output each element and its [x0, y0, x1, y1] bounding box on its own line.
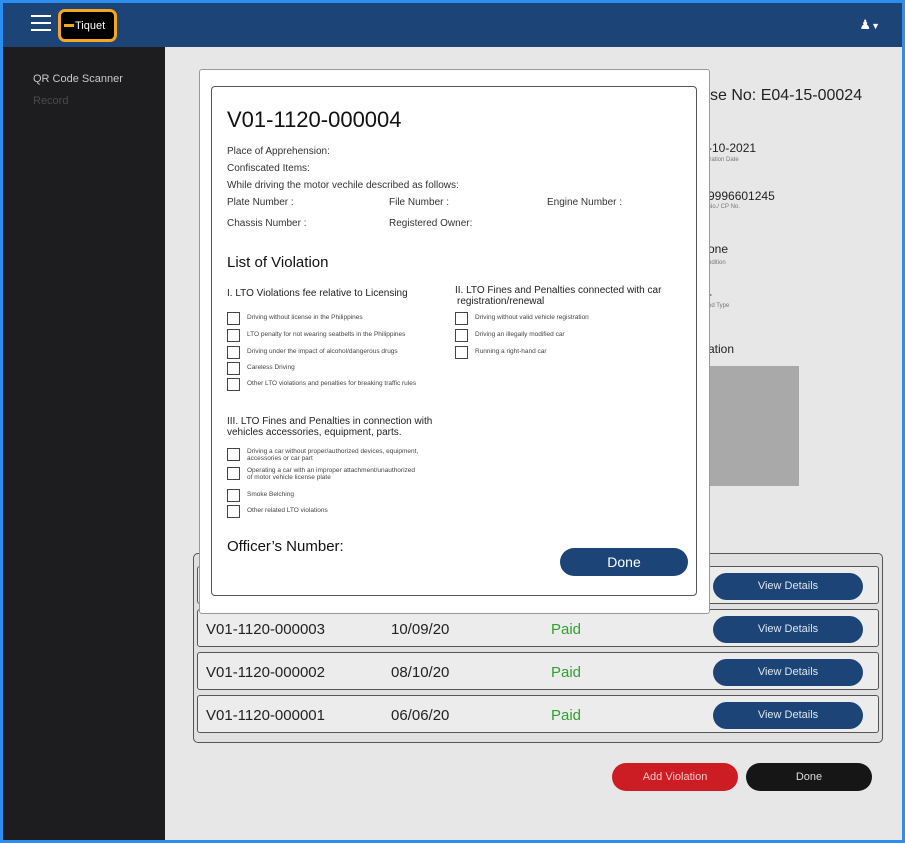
place-of-apprehension-label: Place of Apprehension:: [227, 146, 330, 157]
logo-mark: [64, 24, 74, 27]
violation-label-line-2: accessories or car part: [247, 455, 313, 462]
expiration-date-value: -10-2021: [708, 141, 757, 155]
logo-text: Tiquet: [75, 20, 106, 32]
app-logo[interactable]: Tiquet: [58, 9, 117, 42]
checkbox[interactable]: [227, 467, 240, 480]
view-details-button[interactable]: View Details: [713, 702, 863, 729]
violation-label-line-2: of motor vehicle license plate: [247, 474, 331, 481]
view-details-button[interactable]: View Details: [713, 659, 863, 686]
section-2-title: II. LTO Fines and Penalties connected wi…: [455, 285, 661, 307]
violation-label-line-1: Driving a car without proper/authorized …: [247, 448, 419, 455]
contact-number-caption: No./ CP No.: [708, 204, 740, 210]
user-icon: ♟: [859, 17, 872, 32]
sidebar: QR Code Scanner Record: [3, 47, 165, 840]
done-button[interactable]: Done: [746, 763, 872, 791]
table-row: V01-1120-000003 10/09/20 Paid View Detai…: [197, 609, 879, 647]
violation-label: Driving a car without proper/authorized …: [247, 448, 418, 462]
checkbox[interactable]: [455, 346, 468, 359]
blood-type-caption: od Type: [708, 303, 730, 309]
violation-label: Careless Driving: [247, 364, 295, 371]
section-heading: ation: [708, 342, 735, 356]
engine-number-label: Engine Number :: [547, 197, 623, 208]
checkbox[interactable]: [227, 346, 240, 359]
violation-label: Smoke Belching: [247, 491, 294, 498]
user-menu[interactable]: ♟▼: [859, 17, 880, 33]
violation-label: LTO penalty for not wearing seatbelts in…: [247, 331, 406, 338]
checkbox[interactable]: [227, 312, 240, 325]
violation-label: Driving without valid vehicle registrati…: [475, 314, 589, 321]
violation-id: V01-1120-000003: [206, 621, 325, 638]
chassis-number-label: Chassis Number :: [227, 218, 307, 229]
modal-done-button[interactable]: Done: [560, 548, 688, 576]
violation-form: V01-1120-000004 Place of Apprehension: C…: [211, 86, 697, 596]
condition-caption: ndition: [708, 260, 726, 266]
confiscated-items-label: Confiscated Items:: [227, 163, 310, 174]
registered-owner-label: Registered Owner:: [389, 218, 473, 229]
violation-modal: V01-1120-000004 Place of Apprehension: C…: [199, 69, 710, 614]
sidebar-item-record[interactable]: Record: [33, 95, 68, 107]
violation-id: V01-1120-000002: [206, 664, 325, 681]
checkbox[interactable]: [227, 378, 240, 391]
checkbox[interactable]: [227, 505, 240, 518]
officers-number-label: Officer’s Number:: [227, 538, 344, 555]
checkbox[interactable]: [455, 329, 468, 342]
list-of-violation-heading: List of Violation: [227, 254, 329, 271]
expiration-date-caption: iration Date: [708, 157, 739, 163]
view-details-button[interactable]: View Details: [713, 616, 863, 643]
app-window: Tiquet ♟▼ QR Code Scanner Record se No: …: [0, 0, 905, 843]
table-row: V01-1120-000001 06/06/20 Paid View Detai…: [197, 695, 879, 733]
checkbox[interactable]: [227, 448, 240, 461]
violation-label: Driving under the impact of alcohol/dang…: [247, 348, 398, 355]
violation-label-line-1: Operating a car with an improper attachm…: [247, 467, 416, 474]
table-row: V01-1120-000002 08/10/20 Paid View Detai…: [197, 652, 879, 690]
violation-date: 08/10/20: [391, 664, 450, 681]
violation-date: 06/06/20: [391, 707, 450, 724]
add-violation-button[interactable]: Add Violation: [612, 763, 738, 791]
ticket-number-title: V01-1120-000004: [227, 107, 402, 132]
violation-label: Other related LTO violations: [247, 507, 328, 514]
status-badge: Paid: [551, 664, 582, 681]
contact-number-value: 9996601245: [708, 189, 775, 203]
checkbox[interactable]: [227, 329, 240, 342]
chevron-down-icon: ▼: [871, 21, 880, 31]
section-2-title-line-2: registration/renewal: [457, 296, 545, 307]
checkbox[interactable]: [455, 312, 468, 325]
violation-label: Driving without license in the Philippin…: [247, 314, 363, 321]
section-3-title-line-2: vehicles accessories, equipment, parts.: [227, 427, 402, 438]
hamburger-menu-icon[interactable]: [31, 15, 51, 31]
section-3-title-line-1: III. LTO Fines and Penalties in connecti…: [227, 416, 433, 427]
top-bar: Tiquet ♟▼: [3, 3, 902, 47]
violation-id: V01-1120-000001: [206, 707, 325, 724]
condition-value: one: [708, 242, 729, 256]
license-number-heading: se No: E04-15-00024: [710, 87, 863, 104]
status-badge: Paid: [551, 707, 582, 724]
file-number-label: File Number :: [389, 197, 450, 208]
checkbox[interactable]: [227, 362, 240, 375]
section-1-title: I. LTO Violations fee relative to Licens…: [227, 288, 408, 299]
status-badge: Paid: [551, 621, 582, 638]
plate-number-label: Plate Number :: [227, 197, 294, 208]
driving-note-label: While driving the motor vechile describe…: [227, 180, 459, 191]
view-details-button[interactable]: View Details: [713, 573, 863, 600]
checkbox[interactable]: [227, 489, 240, 502]
photo-placeholder: [707, 366, 799, 486]
section-3-title: III. LTO Fines and Penalties in connecti…: [227, 416, 432, 438]
violation-label: Driving an illegally modified car: [475, 331, 565, 338]
section-2-title-line-1: II. LTO Fines and Penalties connected wi…: [455, 285, 662, 296]
violation-label: Other LTO violations and penalties for b…: [247, 380, 417, 387]
sidebar-item-qr-code-scanner[interactable]: QR Code Scanner: [33, 73, 123, 85]
violation-label: Running a right-hand car: [475, 348, 547, 355]
violation-label: Operating a car with an improper attachm…: [247, 467, 415, 481]
violation-date: 10/09/20: [391, 621, 450, 638]
